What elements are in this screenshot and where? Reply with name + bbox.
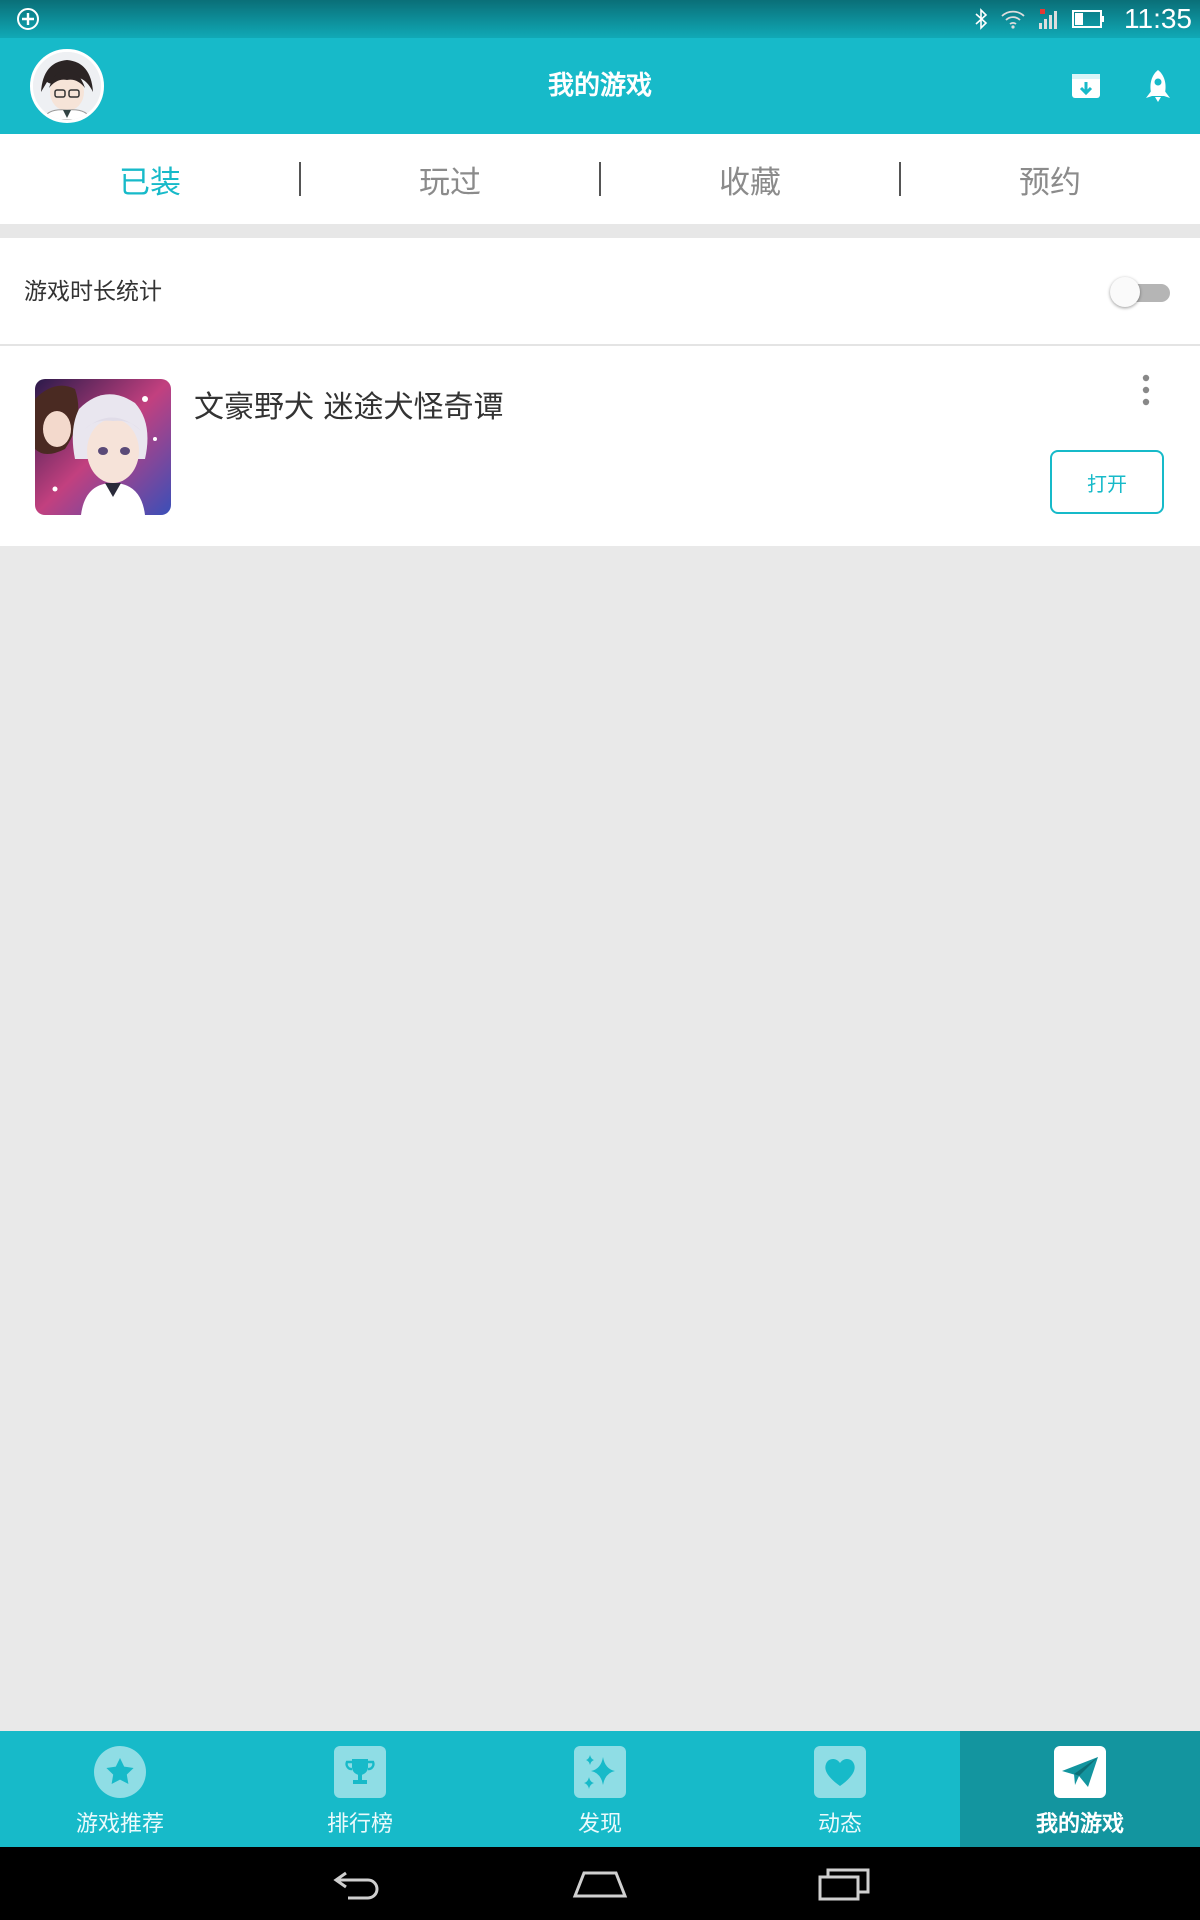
rocket-icon[interactable] [1140,68,1176,104]
paper-plane-icon [1054,1746,1106,1798]
tab-bar: 已装 玩过 收藏 预约 [0,134,1200,224]
nav-label: 游戏推荐 [75,1812,164,1837]
tab-installed[interactable]: 已装 [0,134,300,224]
wifi-icon [1001,10,1025,29]
nav-label: 发现 [577,1812,622,1837]
status-bar: 11:35 [0,0,1200,38]
list-item: 文豪野犬 迷途犬怪奇谭 打开 [0,346,1200,546]
open-game-button[interactable]: 打开 [1050,450,1164,514]
nav-item-discover[interactable]: 发现 [480,1731,720,1847]
download-box-icon[interactable] [1068,68,1104,104]
game-title[interactable]: 文豪野犬 迷途犬怪奇谭 [194,382,504,426]
signal-icon [1039,9,1057,29]
page-title: 我的游戏 [547,71,652,101]
nav-label: 排行榜 [326,1812,393,1837]
toggle-knob [1110,277,1140,307]
playtime-stats-row: 游戏时长统计 [0,238,1200,346]
playtime-stats-label: 游戏时长统计 [24,279,162,305]
recents-icon[interactable] [816,1863,872,1903]
bluetooth-icon [975,8,988,30]
game-icon[interactable] [35,379,171,515]
star-icon [94,1746,146,1798]
back-icon[interactable] [330,1863,386,1903]
nav-label: 动态 [817,1812,862,1837]
battery-icon [1072,10,1104,28]
nav-item-my-games[interactable]: 我的游戏 [960,1731,1200,1847]
tab-favorites[interactable]: 收藏 [599,134,900,224]
divider [0,224,1200,238]
nav-item-recommend[interactable]: 游戏推荐 [0,1731,240,1847]
playtime-stats-toggle[interactable] [1110,277,1172,307]
trophy-icon [334,1746,386,1798]
app-header: 我的游戏 [0,38,1200,134]
nav-item-rankings[interactable]: 排行榜 [240,1731,480,1847]
tab-reserved[interactable]: 预约 [899,134,1200,224]
home-icon[interactable] [572,1863,628,1903]
system-nav-bar [0,1847,1200,1920]
bottom-nav: 游戏推荐 排行榜 发现 动态 我的游戏 [0,1731,1200,1847]
status-time: 11:35 [1124,3,1192,34]
nav-label: 我的游戏 [1035,1812,1124,1837]
more-vert-icon[interactable] [1136,370,1156,410]
nav-item-feed[interactable]: 动态 [720,1731,960,1847]
sparkle-icon [574,1746,626,1798]
add-circle-icon [17,8,39,30]
heart-icon [814,1746,866,1798]
tab-played[interactable]: 玩过 [299,134,600,224]
